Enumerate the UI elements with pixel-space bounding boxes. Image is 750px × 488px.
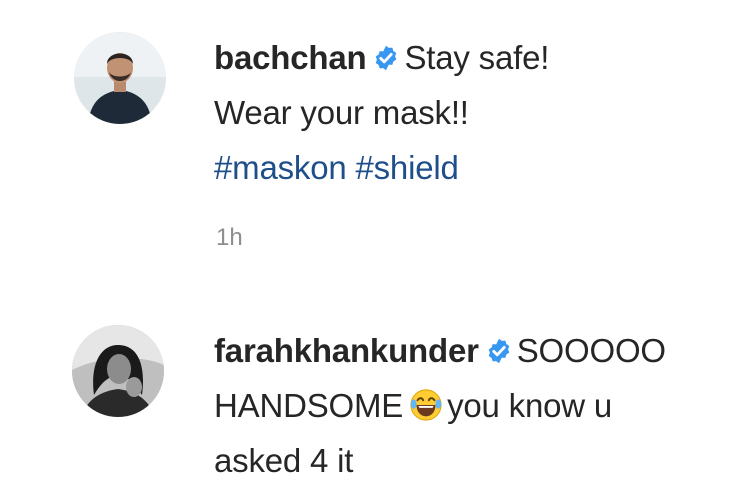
avatar-photo-icon [72, 325, 164, 417]
hashtag-link[interactable]: #shield [355, 149, 458, 186]
comment-text: you know u [447, 387, 613, 424]
username[interactable]: bachchan [214, 39, 367, 76]
comment-farahkhankunder: farahkhankunder SOOOOO HANDSOME you know u… [0, 300, 750, 482]
comment-text: asked 4 it [214, 442, 354, 479]
hashtag-link[interactable]: #maskon [214, 149, 347, 186]
verified-badge-icon [488, 338, 510, 364]
comment-body: bachchan Stay safe! Wear your mask!! #mas… [214, 30, 730, 195]
username[interactable]: farahkhankunder [214, 332, 479, 369]
comment-text: SOOOOO [516, 332, 666, 369]
timestamp[interactable]: 1h [216, 224, 243, 252]
comment-text: Stay safe! [404, 39, 550, 76]
avatar-photo-icon [74, 32, 166, 124]
comment-bachchan: bachchan Stay safe! Wear your mask!! #mas… [0, 0, 750, 290]
face-with-tears-of-joy-icon [410, 389, 442, 421]
verified-badge-icon [376, 45, 397, 71]
avatar-bachchan[interactable] [74, 32, 166, 124]
avatar-farahkhankunder[interactable] [72, 325, 164, 417]
comment-body: farahkhankunder SOOOOO HANDSOME you know u… [214, 323, 730, 488]
comment-text: Wear your mask!! [214, 94, 469, 131]
comment-text: HANDSOME [214, 387, 404, 424]
